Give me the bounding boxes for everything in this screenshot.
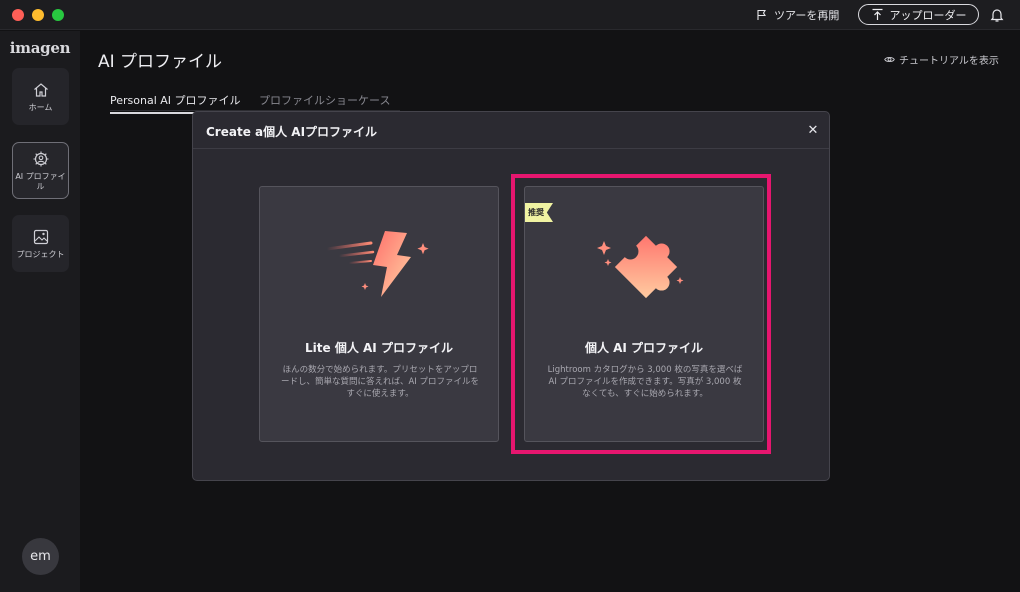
lite-profile-card[interactable]: Lite 個人 AI プロファイル ほんの数分で始められます。プリセットをアップ…: [259, 186, 499, 442]
sidebar-item-home[interactable]: ホーム: [12, 68, 69, 125]
create-profile-modal: Create a個人 AIプロファイル ✕ Lite 個人 AI プロファイル …: [192, 111, 830, 481]
bell-icon[interactable]: [989, 7, 1005, 23]
lite-profile-title: Lite 個人 AI プロファイル: [305, 341, 453, 355]
window-zoom-button[interactable]: [52, 9, 64, 21]
lightning-icon: [260, 219, 498, 309]
tab-profile-showcase[interactable]: プロファイルショーケース: [259, 92, 390, 112]
project-icon: [33, 229, 48, 244]
flag-icon: [757, 9, 766, 20]
title-bar: ツアーを再開 アップローダー: [0, 0, 1020, 30]
sidebar-item-projects[interactable]: プロジェクト: [12, 215, 69, 272]
close-icon[interactable]: ✕: [803, 120, 823, 140]
puzzle-icon: [525, 219, 763, 309]
window-minimize-button[interactable]: [32, 9, 44, 21]
eye-icon: [884, 56, 895, 63]
sidebar-item-label: プロジェクト: [16, 249, 65, 259]
home-icon: [33, 82, 48, 97]
sidebar-item-ai-profile[interactable]: AI プロファイル: [12, 142, 69, 199]
personal-profile-card[interactable]: 推奨 個人 AI プロファイル Lightroom カタログから 3,000 枚…: [524, 186, 764, 442]
personal-profile-description: Lightroom カタログから 3,000 枚の写真を選べば AI プロファイ…: [547, 365, 743, 399]
window-close-button[interactable]: [12, 9, 24, 21]
app-logo: imagen: [9, 39, 71, 57]
show-tutorial-link[interactable]: チュートリアルを表示: [884, 52, 999, 67]
modal-header: Create a個人 AIプロファイル ✕: [193, 112, 829, 149]
uploader-button[interactable]: アップローダー: [858, 4, 979, 25]
resume-tour-label: ツアーを再開: [774, 9, 840, 22]
upload-icon: [872, 8, 882, 20]
ai-profile-icon: [33, 151, 48, 166]
avatar[interactable]: em: [22, 538, 59, 575]
sidebar: imagen ホーム AI プロファイル プロジェクト em: [0, 31, 80, 592]
resume-tour-button[interactable]: ツアーを再開: [756, 6, 839, 24]
uploader-label: アップローダー: [889, 8, 967, 22]
show-tutorial-label: チュートリアルを表示: [899, 56, 999, 67]
sidebar-item-label: ホーム: [28, 102, 53, 112]
personal-profile-title: 個人 AI プロファイル: [584, 341, 704, 355]
lite-profile-description: ほんの数分で始められます。プリセットをアップロードし、簡単な質問に答えれば、AI…: [280, 365, 480, 399]
modal-title: Create a個人 AIプロファイル: [206, 125, 378, 139]
sidebar-item-label: AI プロファイル: [15, 171, 66, 191]
page-title: AI プロファイル: [98, 52, 223, 72]
